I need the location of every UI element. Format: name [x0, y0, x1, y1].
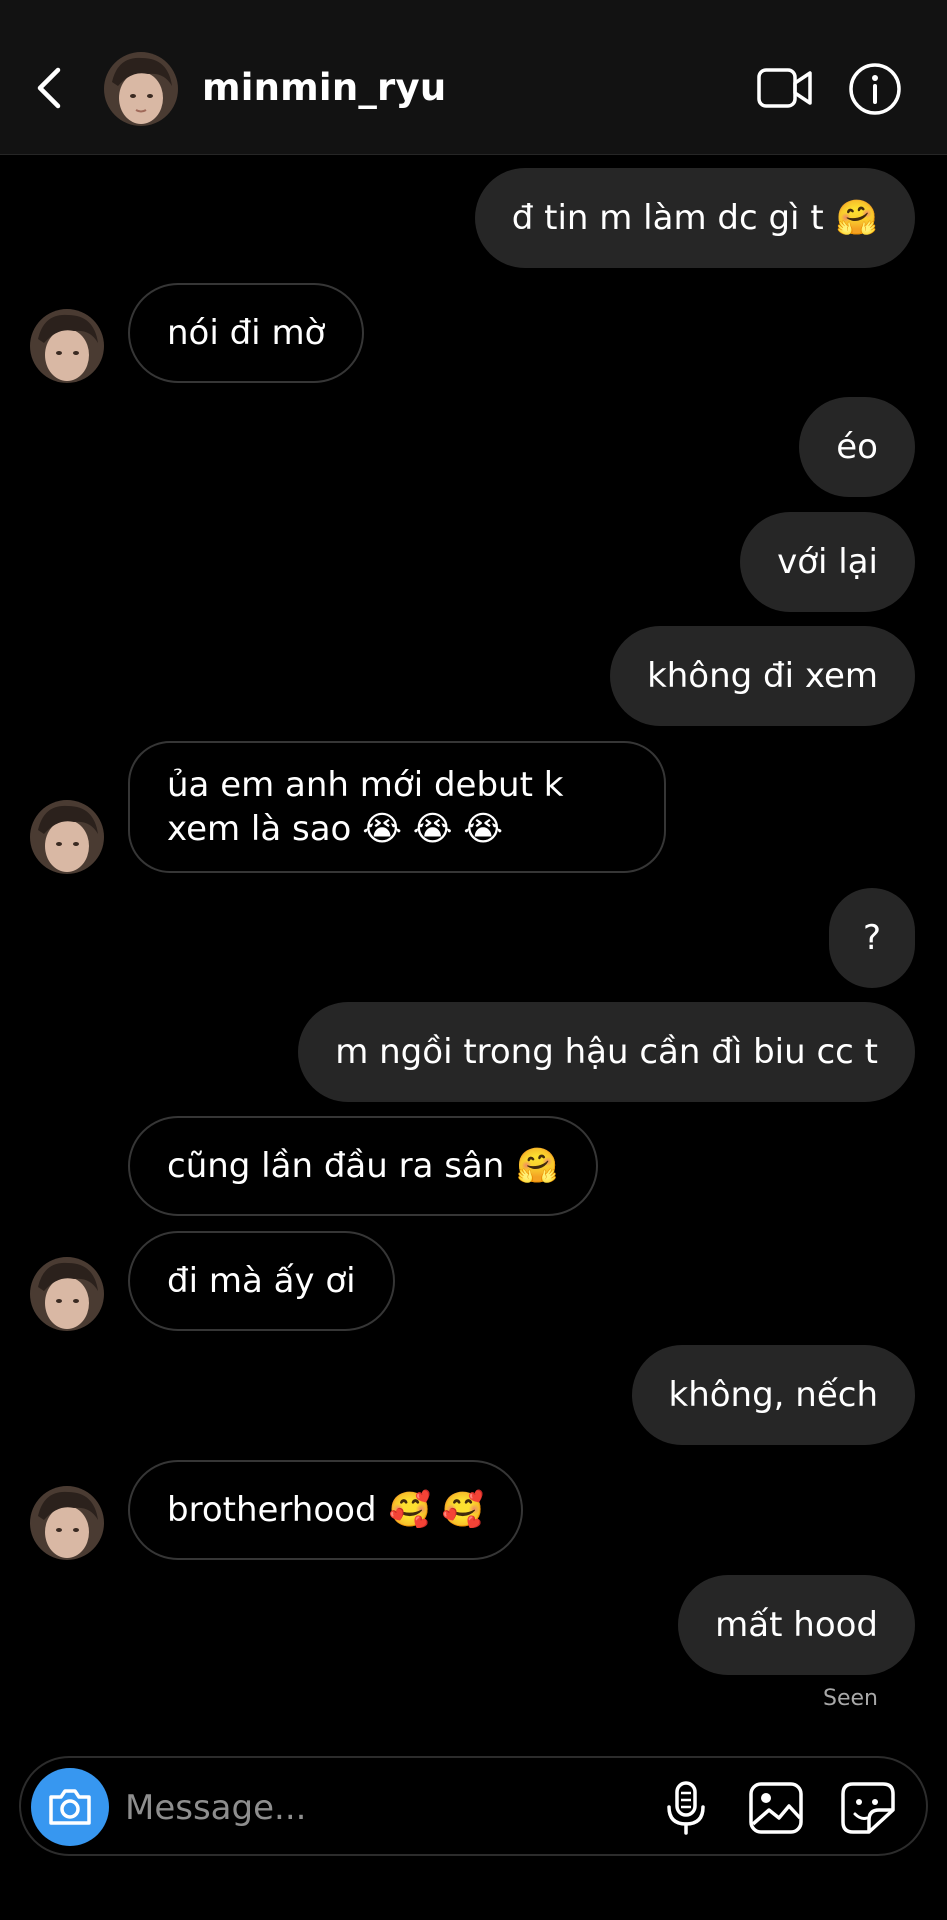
- message-text: brotherhood: [167, 1490, 377, 1530]
- message-bubble-outgoing[interactable]: đ tin m làm dc gì t 🤗: [474, 168, 915, 268]
- contact-avatar[interactable]: [104, 52, 178, 126]
- video-call-button[interactable]: [756, 64, 814, 112]
- sender-avatar[interactable]: [30, 1486, 104, 1560]
- info-button[interactable]: [848, 62, 902, 116]
- message-text: đ tin m làm dc gì t: [511, 198, 824, 238]
- sender-avatar[interactable]: [30, 1257, 104, 1331]
- sender-avatar[interactable]: [30, 800, 104, 874]
- message-bubble-outgoing[interactable]: mất hood: [678, 1575, 915, 1675]
- message-text: m ngồi trong hậu cần đì biu cc t: [335, 1032, 878, 1072]
- message-composer: [19, 1756, 928, 1856]
- camera-button[interactable]: [31, 1768, 109, 1846]
- smiling-hearts-emoji: 🥰 🥰: [388, 1490, 485, 1530]
- camera-icon: [49, 1789, 91, 1825]
- back-button[interactable]: [30, 62, 70, 114]
- message-text: không, nếch: [668, 1375, 879, 1415]
- info-icon: [849, 63, 901, 115]
- message-input[interactable]: [125, 1784, 545, 1832]
- message-bubble-outgoing[interactable]: không, nếch: [631, 1345, 915, 1445]
- gallery-button[interactable]: [747, 1780, 805, 1836]
- message-text: cũng lần đầu ra sân: [167, 1146, 505, 1186]
- sticker-icon: [841, 1782, 895, 1834]
- hug-emoji: 🤗: [835, 198, 878, 238]
- crying-emoji: 😭 😭 😭: [362, 809, 503, 849]
- message-bubble-outgoing[interactable]: m ngồi trong hậu cần đì biu cc t: [298, 1002, 915, 1102]
- chat-header: minmin_ryu: [0, 0, 947, 155]
- message-bubble-outgoing[interactable]: với lại: [740, 512, 915, 612]
- message-bubble-incoming[interactable]: brotherhood 🥰 🥰: [128, 1460, 524, 1560]
- message-bubble-incoming[interactable]: đi mà ấy ơi: [128, 1231, 395, 1331]
- message-bubble-outgoing[interactable]: không đi xem: [610, 626, 915, 726]
- message-bubble-outgoing[interactable]: éo: [799, 397, 915, 497]
- message-bubble-incoming[interactable]: ủa em anh mới debut k xem là sao 😭 😭 😭: [128, 741, 666, 873]
- message-text: éo: [836, 427, 878, 467]
- message-text: mất hood: [715, 1605, 878, 1645]
- message-text: nói đi mờ: [167, 313, 326, 353]
- contact-username[interactable]: minmin_ryu: [202, 66, 446, 109]
- message-text: không đi xem: [647, 656, 878, 696]
- message-text: ?: [862, 918, 881, 958]
- chevron-left-icon: [37, 67, 61, 109]
- microphone-icon: [667, 1781, 705, 1835]
- message-text: đi mà ấy ơi: [167, 1261, 356, 1301]
- hug-emoji: 🤗: [516, 1146, 559, 1186]
- seen-status: Seen: [823, 1686, 878, 1711]
- image-icon: [749, 1782, 803, 1834]
- message-text: với lại: [777, 542, 878, 582]
- video-camera-icon: [757, 68, 812, 108]
- sender-avatar[interactable]: [30, 309, 104, 383]
- message-bubble-incoming[interactable]: nói đi mờ: [128, 283, 365, 383]
- message-bubble-outgoing[interactable]: ?: [828, 888, 915, 988]
- message-text: ủa em anh mới debut k xem là sao 😭 😭 😭: [167, 765, 564, 849]
- sticker-button[interactable]: [839, 1780, 897, 1836]
- voice-message-button[interactable]: [661, 1780, 711, 1836]
- message-bubble-incoming[interactable]: cũng lần đầu ra sân 🤗: [128, 1116, 598, 1216]
